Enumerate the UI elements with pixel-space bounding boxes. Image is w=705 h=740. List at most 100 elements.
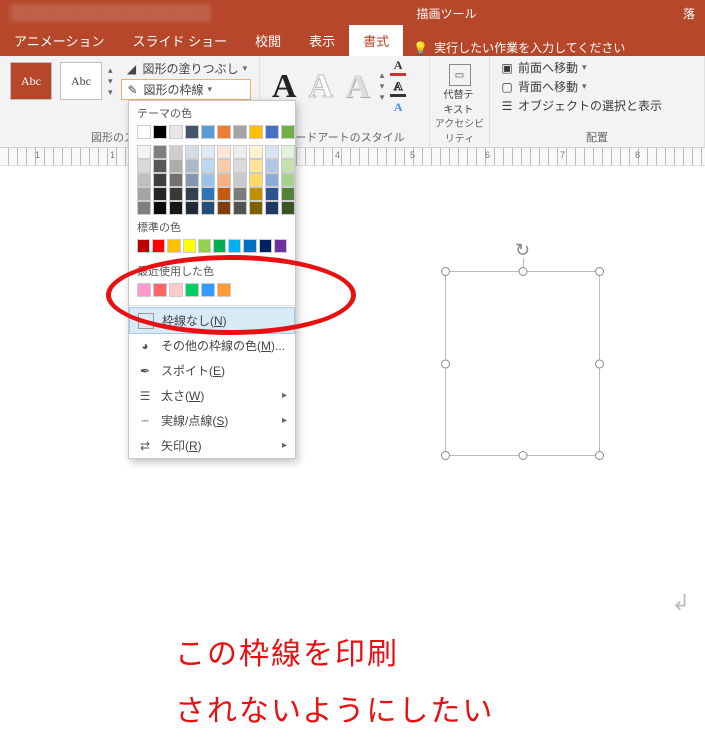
shape-style-preset-2[interactable]: Abc [60, 62, 102, 100]
resize-handle-sw[interactable] [441, 451, 450, 460]
menu-eyedropper[interactable]: ✒ スポイト(E) [129, 358, 295, 383]
color-swatch[interactable] [233, 187, 247, 201]
color-swatch[interactable] [281, 125, 295, 139]
color-swatch[interactable] [153, 173, 167, 187]
more-styles-icon[interactable]: ▾ [108, 87, 113, 98]
color-swatch[interactable] [185, 187, 199, 201]
color-swatch[interactable] [153, 283, 167, 297]
resize-handle-nw[interactable] [441, 267, 450, 276]
chevron-down-icon[interactable]: ▾ [108, 76, 113, 87]
alt-text-button[interactable]: ▭ 代替テキスト [444, 58, 476, 116]
color-swatch[interactable] [201, 173, 215, 187]
wordart-preset-2[interactable]: A [309, 68, 334, 106]
menu-more-colors[interactable]: ◕ その他の枠線の色(M)... [129, 333, 295, 358]
more-wordart-icon[interactable]: ▾ [380, 92, 385, 103]
chevron-up-icon[interactable]: ▴ [108, 65, 113, 76]
selected-shape-rectangle[interactable]: ↻ [445, 271, 600, 456]
color-swatch[interactable] [233, 201, 247, 215]
color-swatch[interactable] [217, 173, 231, 187]
color-swatch[interactable] [217, 201, 231, 215]
shape-style-preset-1[interactable]: Abc [10, 62, 52, 100]
color-swatch[interactable] [137, 201, 151, 215]
color-swatch[interactable] [201, 145, 215, 159]
color-swatch[interactable] [185, 173, 199, 187]
color-swatch[interactable] [217, 125, 231, 139]
color-swatch[interactable] [169, 159, 183, 173]
color-swatch[interactable] [228, 239, 241, 253]
color-swatch[interactable] [217, 159, 231, 173]
color-swatch[interactable] [265, 201, 279, 215]
color-swatch[interactable] [281, 173, 295, 187]
text-effects-icon[interactable]: A [390, 100, 406, 115]
color-swatch[interactable] [249, 159, 263, 173]
color-swatch[interactable] [201, 283, 215, 297]
color-swatch[interactable] [281, 145, 295, 159]
color-swatch[interactable] [281, 201, 295, 215]
color-swatch[interactable] [201, 201, 215, 215]
shape-fill-button[interactable]: ◢ 図形の塗りつぶし ▾ [121, 58, 252, 79]
color-swatch[interactable] [183, 239, 196, 253]
menu-no-outline[interactable]: 枠線なし(N) [129, 307, 295, 334]
color-swatch[interactable] [185, 283, 199, 297]
color-swatch[interactable] [185, 145, 199, 159]
color-swatch[interactable] [169, 201, 183, 215]
color-swatch[interactable] [233, 125, 247, 139]
color-swatch[interactable] [217, 283, 231, 297]
color-swatch[interactable] [249, 173, 263, 187]
color-swatch[interactable] [169, 187, 183, 201]
color-swatch[interactable] [137, 187, 151, 201]
color-swatch[interactable] [153, 187, 167, 201]
color-swatch[interactable] [233, 159, 247, 173]
text-outline-icon[interactable]: A [390, 79, 406, 97]
color-swatch[interactable] [201, 159, 215, 173]
color-swatch[interactable] [137, 239, 150, 253]
tell-me-search[interactable]: 💡 実行したい作業を入力してください [413, 39, 625, 56]
color-swatch[interactable] [169, 125, 183, 139]
color-swatch[interactable] [201, 125, 215, 139]
color-swatch[interactable] [153, 125, 167, 139]
resize-handle-se[interactable] [595, 451, 604, 460]
selection-pane-button[interactable]: ☰ オブジェクトの選択と表示 [496, 96, 698, 115]
slide-canvas[interactable]: ↻ この枠線を印刷 されないようにしたい ↲ [0, 166, 705, 626]
color-swatch[interactable] [281, 187, 295, 201]
color-swatch[interactable] [198, 239, 211, 253]
resize-handle-ne[interactable] [595, 267, 604, 276]
chevron-up-icon[interactable]: ▴ [380, 70, 385, 81]
color-swatch[interactable] [169, 145, 183, 159]
color-swatch[interactable] [153, 145, 167, 159]
color-swatch[interactable] [265, 125, 279, 139]
color-swatch[interactable] [167, 239, 180, 253]
resize-handle-w[interactable] [441, 359, 450, 368]
color-swatch[interactable] [274, 239, 287, 253]
color-swatch[interactable] [137, 283, 151, 297]
menu-dashes[interactable]: ┄ 実線/点線(S) ▸ [129, 408, 295, 433]
tab-review[interactable]: 校閲 [241, 25, 295, 56]
color-swatch[interactable] [213, 239, 226, 253]
bring-forward-button[interactable]: ▣ 前面へ移動 ▾ [496, 58, 698, 77]
color-swatch[interactable] [233, 145, 247, 159]
color-swatch[interactable] [137, 159, 151, 173]
shape-outline-button[interactable]: ✎ 図形の枠線 ▾ [121, 79, 252, 100]
color-swatch[interactable] [169, 283, 183, 297]
color-swatch[interactable] [137, 173, 151, 187]
resize-handle-n[interactable] [518, 267, 527, 276]
color-swatch[interactable] [249, 145, 263, 159]
color-swatch[interactable] [265, 145, 279, 159]
color-swatch[interactable] [265, 159, 279, 173]
color-swatch[interactable] [281, 159, 295, 173]
color-swatch[interactable] [153, 201, 167, 215]
send-backward-button[interactable]: ▢ 背面へ移動 ▾ [496, 77, 698, 96]
color-swatch[interactable] [265, 173, 279, 187]
color-swatch[interactable] [185, 125, 199, 139]
menu-weight[interactable]: ☰ 太さ(W) ▸ [129, 383, 295, 408]
chevron-down-icon[interactable]: ▾ [380, 81, 385, 92]
color-swatch[interactable] [137, 125, 151, 139]
color-swatch[interactable] [153, 159, 167, 173]
color-swatch[interactable] [249, 187, 263, 201]
color-swatch[interactable] [152, 239, 165, 253]
menu-arrows[interactable]: ⇄ 矢印(R) ▸ [129, 433, 295, 458]
tab-animation[interactable]: アニメーション [0, 25, 118, 56]
color-swatch[interactable] [243, 239, 256, 253]
color-swatch[interactable] [217, 145, 231, 159]
color-swatch[interactable] [169, 173, 183, 187]
